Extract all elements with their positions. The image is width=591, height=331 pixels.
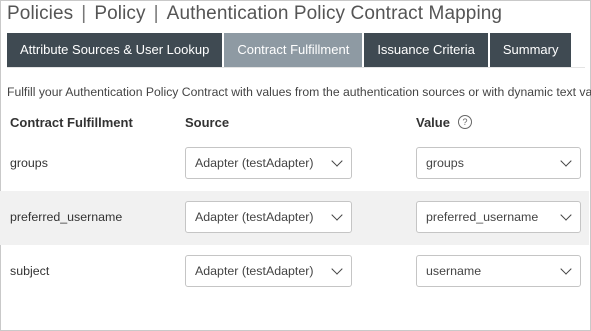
table-row: groups Adapter (testAdapter) groups — [0, 137, 589, 191]
page-title: Authentication Policy Contract Mapping — [166, 3, 503, 24]
table-row: subject Adapter (testAdapter) username — [0, 245, 589, 299]
chevron-down-icon — [560, 209, 572, 221]
chevron-down-icon — [331, 209, 343, 221]
tab-contract-fulfillment[interactable]: Contract Fulfillment — [224, 33, 363, 67]
instructions-text: Fulfill your Authentication Policy Contr… — [7, 85, 591, 99]
value-select[interactable]: username — [416, 255, 581, 287]
value-select-value: groups — [426, 156, 464, 170]
breadcrumb-separator: | — [153, 3, 159, 24]
table-row: preferred_username Adapter (testAdapter)… — [0, 191, 589, 245]
source-select-value: Adapter (testAdapter) — [195, 264, 314, 278]
table-header: Contract Fulfillment Source Value ? — [0, 110, 589, 136]
chevron-down-icon — [560, 155, 572, 167]
header-contract-fulfillment: Contract Fulfillment — [10, 115, 133, 130]
value-select[interactable]: groups — [416, 147, 581, 179]
tab-attribute-sources[interactable]: Attribute Sources & User Lookup — [7, 33, 223, 67]
value-select-value: username — [426, 264, 482, 278]
breadcrumb-policies[interactable]: Policies — [7, 3, 73, 24]
breadcrumb-separator: | — [81, 3, 87, 24]
tab-summary[interactable]: Summary — [489, 33, 572, 67]
source-select[interactable]: Adapter (testAdapter) — [185, 147, 352, 179]
breadcrumb-policy[interactable]: Policy — [94, 3, 145, 24]
chevron-down-icon — [560, 263, 572, 275]
field-name: preferred_username — [10, 210, 123, 224]
help-icon[interactable]: ? — [458, 115, 472, 129]
tab-issuance-criteria[interactable]: Issuance Criteria — [364, 33, 488, 67]
breadcrumb: Policies | Policy | Authentication Policy Co… — [7, 3, 502, 25]
chevron-down-icon — [331, 155, 343, 167]
chevron-down-icon — [331, 263, 343, 275]
value-select-value: preferred_username — [426, 210, 539, 224]
field-name: groups — [10, 156, 48, 170]
tab-bar: Attribute Sources & User Lookup Contract… — [7, 33, 573, 67]
source-select-value: Adapter (testAdapter) — [195, 156, 314, 170]
divider — [7, 67, 585, 68]
source-select[interactable]: Adapter (testAdapter) — [185, 255, 352, 287]
header-value: Value — [416, 115, 450, 130]
source-select[interactable]: Adapter (testAdapter) — [185, 201, 352, 233]
value-select[interactable]: preferred_username — [416, 201, 581, 233]
source-select-value: Adapter (testAdapter) — [195, 210, 314, 224]
header-source: Source — [185, 115, 230, 130]
field-name: subject — [10, 264, 50, 278]
